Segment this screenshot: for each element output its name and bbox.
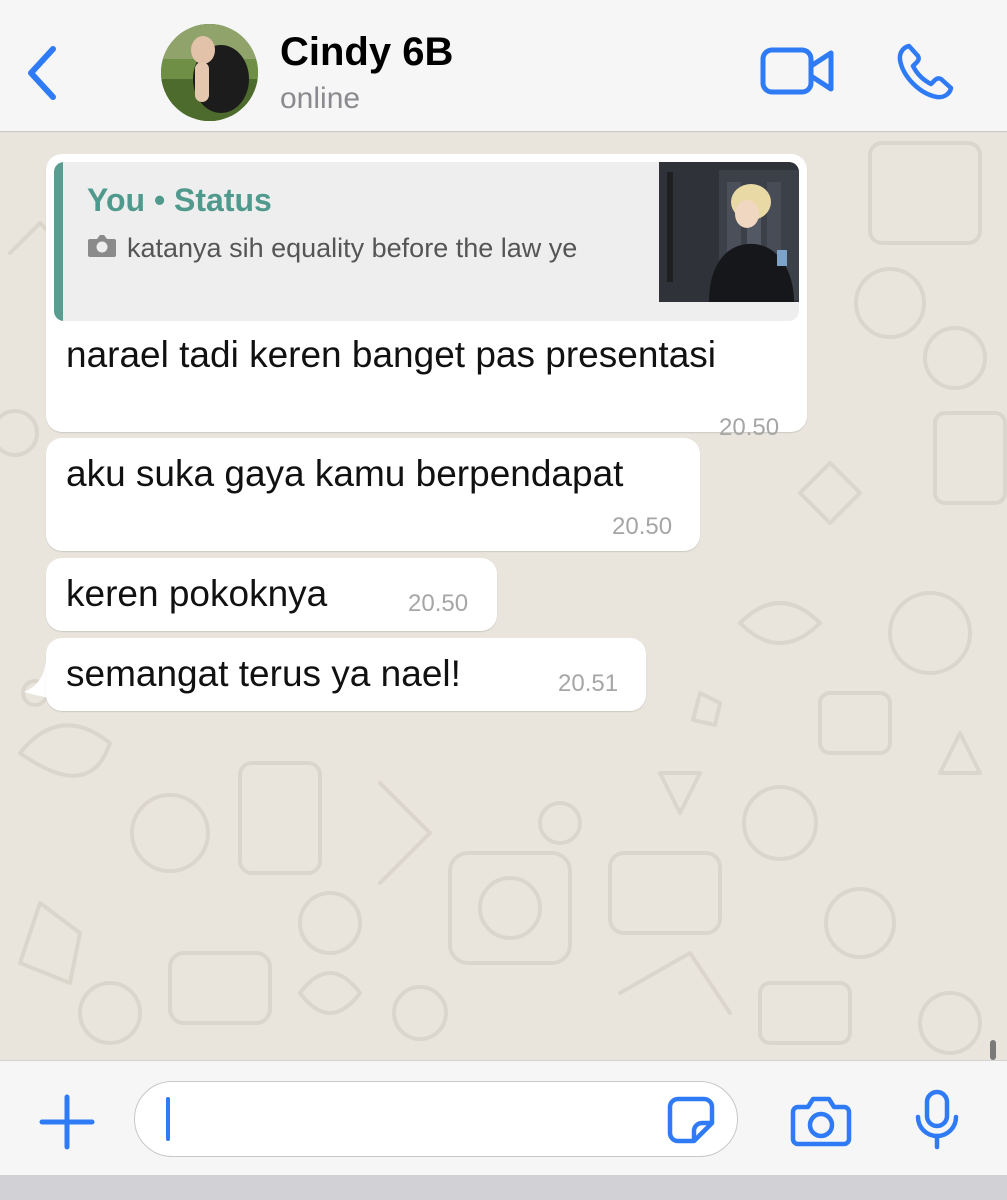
status-thumbnail [659, 162, 799, 302]
chat-area[interactable]: You • Status katanya sih equality before… [0, 133, 1007, 1060]
quote-accent-bar [54, 162, 63, 321]
camera-icon [790, 1096, 852, 1147]
quoted-status[interactable]: You • Status katanya sih equality before… [54, 162, 799, 321]
plus-icon [39, 1094, 95, 1150]
quote-text: katanya sih equality before the law ye [127, 233, 578, 263]
contact-name[interactable]: Cindy 6B [280, 30, 453, 75]
message-text: semangat terus ya nael! [66, 653, 461, 694]
message-text: narael tadi keren banget pas presentasi [66, 334, 716, 375]
message-bubble[interactable]: keren pokoknya 20.50 [46, 558, 497, 631]
message-time: 20.51 [558, 670, 619, 697]
text-caret [166, 1097, 170, 1141]
back-button[interactable] [18, 38, 68, 108]
message-text: aku suka gaya kamu berpendapat [66, 453, 624, 494]
chat-header: Cindy 6B online [0, 0, 1007, 132]
microphone-button[interactable] [912, 1089, 962, 1151]
video-call-button[interactable] [760, 44, 836, 98]
contact-status: online [280, 82, 361, 115]
attach-button[interactable] [38, 1093, 96, 1151]
composer-bar [0, 1060, 1007, 1175]
message-text: keren pokoknya [66, 573, 328, 614]
message-bubble[interactable]: semangat terus ya nael! 20.51 [46, 638, 646, 711]
quote-author: You • Status [87, 182, 272, 218]
message-input[interactable] [134, 1081, 738, 1157]
voice-call-button[interactable] [895, 42, 955, 102]
message-bubble[interactable]: You • Status katanya sih equality before… [46, 154, 807, 441]
message-time: 20.50 [408, 590, 469, 617]
sticker-button[interactable] [666, 1095, 716, 1145]
message-bubble[interactable]: aku suka gaya kamu berpendapat 20.50 [46, 438, 700, 551]
chevron-left-icon [28, 46, 56, 100]
camera-button[interactable] [790, 1095, 852, 1147]
microphone-icon [915, 1089, 959, 1150]
avatar[interactable] [161, 24, 258, 121]
video-call-icon [760, 47, 834, 95]
home-indicator-area [0, 1175, 1007, 1200]
phone-icon [897, 43, 954, 100]
message-time: 20.50 [719, 414, 780, 441]
scroll-indicator[interactable] [990, 1040, 996, 1060]
message-time: 20.50 [612, 513, 673, 540]
sticker-icon [667, 1096, 715, 1144]
